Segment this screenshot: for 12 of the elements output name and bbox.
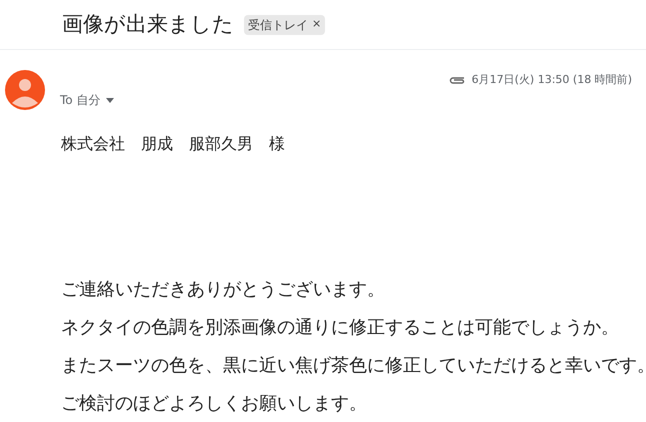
remove-label-button[interactable]: ×	[312, 16, 322, 33]
body-paragraph: またスーツの色を、黒に近い焦げ茶色に修正していただけると幸いです。	[61, 354, 646, 378]
message-date: 6月17日(火) 13:50 (18 時間前)	[472, 72, 632, 88]
subject-title: 画像が出来ました	[62, 10, 234, 38]
body-paragraph: ご連絡いただきありがとうございます。	[61, 278, 386, 302]
salutation-text: 株式会社 朋成 服部久男 様	[61, 133, 286, 155]
avatar-icon	[5, 70, 45, 110]
label-chip: 受信トレイ ×	[244, 14, 326, 34]
body-paragraph: ご検討のほどよろしくお願いします。	[61, 392, 368, 416]
body-paragraph: ネクタイの色調を別添画像の通りに修正することは可能でしょうか。	[61, 316, 620, 340]
recipient-dropdown[interactable]: To 自分	[60, 91, 114, 109]
caret-icon	[106, 98, 114, 102]
